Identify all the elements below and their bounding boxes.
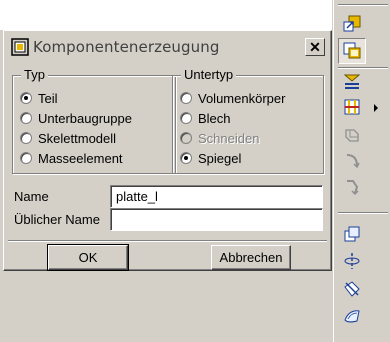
radio-button[interactable] [180, 152, 192, 164]
create-component-button[interactable] [338, 38, 366, 64]
assemble-icon [342, 14, 362, 37]
datum-plane-button[interactable] [338, 222, 366, 248]
typ-group: Typ Teil Unterbaugruppe Skelettmodell Ma… [12, 67, 176, 174]
section-button[interactable] [338, 95, 366, 121]
radio-label: Skelettmodell [38, 130, 117, 146]
name-label: Name [14, 189, 49, 204]
typ-group-label: Typ [21, 67, 48, 82]
radio-button[interactable] [20, 92, 32, 104]
ok-button[interactable]: OK [47, 244, 129, 271]
untertyp-group-label: Untertyp [181, 67, 237, 82]
radio-masseelement[interactable]: Masseelement [20, 149, 123, 167]
right-toolbar [333, 0, 390, 342]
radio-spiegel[interactable]: Spiegel [180, 149, 241, 167]
radio-skelettmodell[interactable]: Skelettmodell [20, 129, 116, 147]
separator [8, 240, 327, 242]
component-creation-dialog: Komponentenerzeugung ✕ Typ Teil Unterbau… [3, 30, 332, 271]
radio-button[interactable] [180, 92, 192, 104]
radio-schneiden: Schneiden [180, 129, 259, 147]
untertyp-group: Untertyp Volumenkörper Blech Schneiden S… [172, 67, 324, 174]
radio-label: Unterbaugruppe [38, 110, 132, 126]
radio-label: Blech [198, 110, 231, 126]
radio-button [180, 132, 192, 144]
repeat-icon [342, 125, 362, 148]
datum-point-button[interactable] [338, 277, 366, 303]
surface-icon [342, 306, 362, 329]
pattern-icon [342, 72, 362, 95]
cutout-icon [342, 177, 362, 200]
datum-axis-button[interactable] [338, 249, 366, 275]
close-icon: ✕ [309, 39, 321, 55]
toolbar-separator [338, 212, 388, 214]
radio-label: Masseelement [38, 150, 123, 166]
datum-point-icon [342, 279, 362, 302]
radio-button[interactable] [180, 112, 192, 124]
cancel-button[interactable]: Abbrechen [211, 245, 291, 270]
radio-label: Teil [38, 90, 58, 106]
datum-plane-icon [342, 224, 362, 247]
repeat-button [338, 123, 366, 149]
ublicher-name-label: Üblicher Name [14, 212, 100, 227]
create-component-icon [342, 40, 362, 63]
radio-label: Schneiden [198, 130, 260, 146]
close-button[interactable]: ✕ [305, 38, 325, 56]
section-icon [342, 97, 362, 120]
radio-button[interactable] [20, 152, 32, 164]
radio-teil[interactable]: Teil [20, 89, 58, 107]
merge-button [338, 149, 366, 175]
radio-blech[interactable]: Blech [180, 109, 231, 127]
radio-button[interactable] [20, 112, 32, 124]
background-area [0, 0, 332, 30]
datum-axis-icon [342, 251, 362, 274]
radio-button[interactable] [20, 132, 32, 144]
dialog-app-icon [11, 38, 29, 56]
surface-button[interactable] [338, 304, 366, 330]
radio-label: Volumenkörper [198, 90, 286, 106]
name-input[interactable] [110, 185, 323, 208]
assemble-button[interactable] [338, 12, 366, 38]
ublicher-name-input[interactable] [110, 208, 323, 231]
toolbar-separator [338, 4, 388, 6]
radio-label: Spiegel [198, 150, 242, 166]
dialog-title: Komponentenerzeugung [33, 38, 220, 56]
flyout-arrow-icon[interactable] [374, 104, 378, 112]
radio-volumenkoerper[interactable]: Volumenkörper [180, 89, 285, 107]
pattern-button[interactable] [338, 70, 366, 96]
cutout-button [338, 175, 366, 201]
title-bar[interactable]: Komponentenerzeugung ✕ [6, 33, 329, 60]
radio-unterbaugruppe[interactable]: Unterbaugruppe [20, 109, 132, 127]
merge-icon [342, 151, 362, 174]
toolbar-separator [338, 67, 388, 69]
